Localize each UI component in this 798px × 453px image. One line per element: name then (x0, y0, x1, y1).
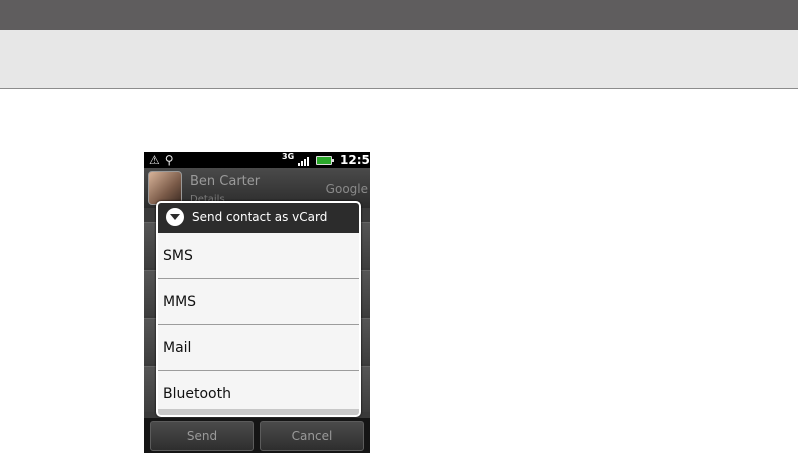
dialog-title: Send contact as vCard (192, 210, 328, 224)
warning-icon: ⚠ (149, 153, 160, 167)
network-type-label: 3G (282, 152, 295, 161)
account-label: Google (325, 182, 368, 196)
send-vcard-dialog: Send contact as vCard SMS MMS Mail Bluet… (156, 201, 361, 417)
option-mail[interactable]: Mail (158, 325, 359, 371)
option-sms[interactable]: SMS (158, 233, 359, 279)
page-header-band (0, 0, 798, 30)
option-mms[interactable]: MMS (158, 279, 359, 325)
phone-screenshot: ⚠⚲ 3G 12:55 Ben Carter Details Google Se… (144, 152, 370, 453)
signal-icon (298, 156, 312, 166)
battery-icon (316, 156, 334, 165)
cancel-button[interactable]: Cancel (260, 421, 364, 451)
send-button[interactable]: Send (150, 421, 254, 451)
chevron-down-icon (166, 208, 184, 226)
contact-name: Ben Carter (190, 174, 261, 189)
usb-icon: ⚲ (164, 153, 174, 167)
page-subheader-band (0, 30, 798, 89)
dialog-footer (158, 409, 359, 415)
status-bar: ⚠ ⚲ 3G 12:55 (144, 152, 370, 168)
bottom-button-bar: Send Cancel (144, 418, 370, 453)
dialog-title-bar: Send contact as vCard (158, 203, 359, 233)
status-clock: 12:55 (340, 153, 370, 167)
avatar (148, 171, 182, 205)
send-options-list: SMS MMS Mail Bluetooth (158, 233, 359, 415)
